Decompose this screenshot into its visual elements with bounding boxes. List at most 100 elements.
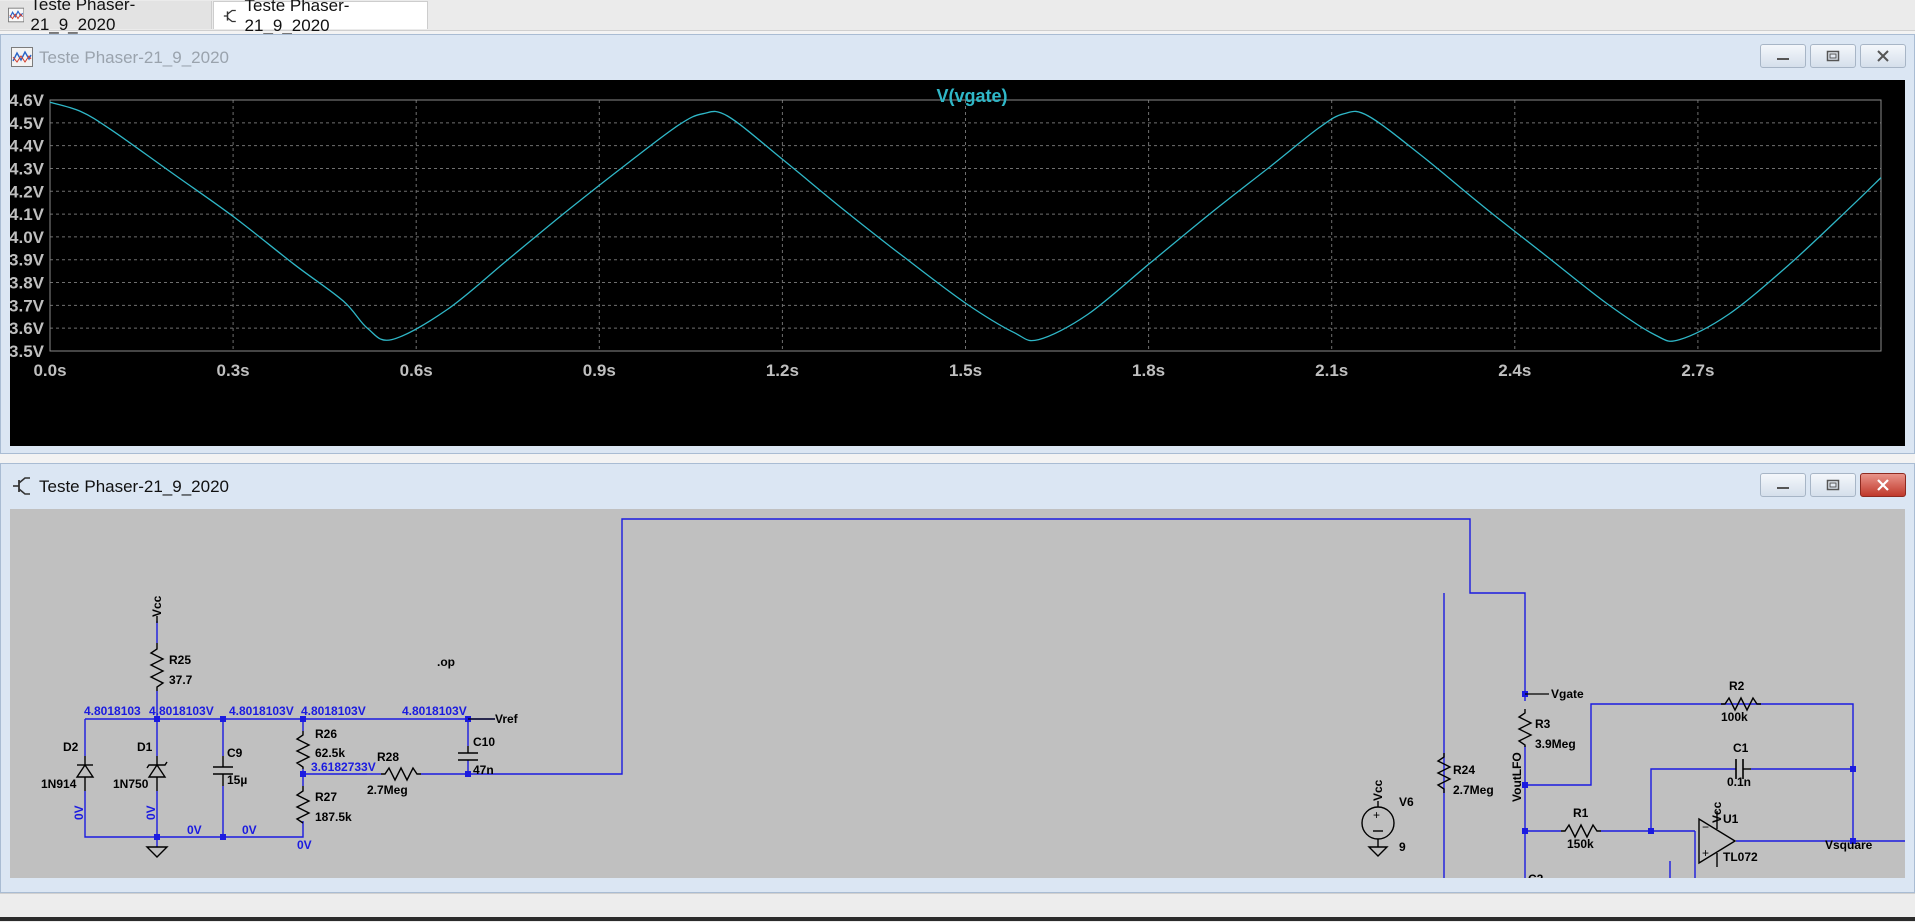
d2-value: 1N914 <box>41 777 77 791</box>
r27-ref: R27 <box>315 790 337 804</box>
vref-label: Vref <box>495 712 519 726</box>
waveform-icon <box>11 47 33 67</box>
taskbar-edge <box>0 917 1915 921</box>
d1-ref: D1 <box>137 740 153 754</box>
u1-value: TL072 <box>1723 850 1758 864</box>
vcc-label: Vcc <box>150 595 164 617</box>
r3-ref: R3 <box>1535 717 1551 731</box>
resistor-r1[interactable]: R1 150k <box>1561 806 1601 851</box>
y-tick-label: 4.1V <box>10 205 45 224</box>
v6-value: 9 <box>1399 840 1406 854</box>
node-voltage-r27-low: 0V <box>297 838 312 852</box>
schematic-window-title: Teste Phaser-21_9_2020 <box>39 477 229 496</box>
minimize-button[interactable] <box>1760 44 1806 68</box>
v6-vcc-label: Vcc <box>1371 779 1385 801</box>
r24-ref: R24 <box>1453 763 1475 777</box>
y-tick-label: 3.9V <box>10 251 45 270</box>
schematic-window-controls <box>1760 473 1906 497</box>
x-tick-label: 2.7s <box>1681 361 1714 380</box>
node-voltage-r26: 4.8018103V <box>301 704 366 718</box>
x-tick-label: 0.3s <box>217 361 250 380</box>
waveform-icon <box>8 7 25 23</box>
vgate-label: Vgate <box>1551 687 1584 701</box>
plot-window-controls <box>1760 44 1906 68</box>
document-tab-bar: Teste Phaser-21_9_2020 Teste Phaser-21_9… <box>0 0 1915 35</box>
resistor-r2[interactable]: R2 100k <box>1721 679 1761 724</box>
r26-ref: R26 <box>315 727 337 741</box>
zener-diode-d1[interactable]: D1 1N750 <box>113 740 168 791</box>
y-tick-label: 3.7V <box>10 296 45 315</box>
tab-label: Teste Phaser-21_9_2020 <box>244 0 350 35</box>
r26-value: 62.5k <box>315 746 345 760</box>
resistor-r3[interactable]: R3 3.9Meg <box>1517 709 1576 751</box>
r1-ref: R1 <box>1573 806 1589 820</box>
minimize-icon <box>1777 487 1789 489</box>
capacitor-c10[interactable]: C10 47n <box>458 735 495 777</box>
c9-value: 15µ <box>227 773 247 787</box>
x-tick-label: 0.9s <box>583 361 616 380</box>
node-voltage-vref: 4.8018103V <box>402 704 467 718</box>
vsquare-label: Vsquare <box>1825 838 1873 852</box>
node-voltage-r26-r27: 3.6182733V <box>311 760 376 774</box>
tab-waveform-document[interactable]: Teste Phaser-21_9_2020 <box>0 0 212 34</box>
close-icon <box>1877 479 1889 491</box>
x-tick-label: 2.4s <box>1498 361 1531 380</box>
maximize-button[interactable] <box>1810 44 1856 68</box>
ground-symbol <box>145 846 169 858</box>
plot-window-titlebar[interactable]: Teste Phaser-21_9_2020 <box>1 35 1914 79</box>
r2-value: 100k <box>1721 710 1748 724</box>
y-tick-label: 4.5V <box>10 114 45 133</box>
x-tick-label: 1.5s <box>949 361 982 380</box>
node-voltage-d2-low: 0V <box>72 805 86 820</box>
r2-ref: R2 <box>1729 679 1745 693</box>
capacitor-c1[interactable]: C1 0.1n <box>1727 741 1751 789</box>
y-tick-label: 4.0V <box>10 228 45 247</box>
plot-window: Teste Phaser-21_9_2020 4.6V 4.5V 4.4V 4.3V 4… <box>0 34 1915 454</box>
vcc-net-flag: Vcc <box>150 595 164 623</box>
tab-schematic-document[interactable]: Teste Phaser-21_9_2020 <box>213 0 428 35</box>
close-button[interactable] <box>1860 44 1906 68</box>
node-voltage-d1: 4.8018103V <box>149 704 214 718</box>
trace-title[interactable]: V(vgate) <box>936 86 1007 106</box>
schematic-canvas[interactable]: Vcc R25 37.7 4.8018103 4.8018103V 4.8018… <box>10 509 1905 878</box>
y-tick-label: 4.4V <box>10 137 45 156</box>
y-tick-label: 3.6V <box>10 319 45 338</box>
close-button[interactable] <box>1860 473 1906 497</box>
plot-window-title: Teste Phaser-21_9_2020 <box>39 48 229 67</box>
capacitor-c9[interactable]: C9 15µ <box>213 746 247 787</box>
d2-ref: D2 <box>63 740 79 754</box>
waveform-chart[interactable]: 4.6V 4.5V 4.4V 4.3V 4.2V 4.1V 4.0V 3.9V 3.8V 3.7V… <box>10 80 1905 446</box>
c1-value: 0.1n <box>1727 775 1751 789</box>
plus-sign: + <box>1373 808 1380 822</box>
maximize-button[interactable] <box>1810 473 1856 497</box>
x-axis-ticks: 0.0s 0.3s 0.6s 0.9s 1.2s 1.5s 1.8s 2.1s 2.4s 2.7s <box>33 361 1714 380</box>
u1-ref: U1 <box>1723 812 1739 826</box>
schematic-drawing[interactable]: Vcc R25 37.7 4.8018103 4.8018103V 4.8018… <box>10 509 1905 878</box>
waveform-plot-pane[interactable]: 4.6V 4.5V 4.4V 4.3V 4.2V 4.1V 4.0V 3.9V 3.8V 3.7V… <box>10 80 1905 446</box>
schematic-window-titlebar[interactable]: Teste Phaser-21_9_2020 <box>1 464 1914 508</box>
wires-left <box>84 518 1526 847</box>
resistor-r25[interactable]: R25 37.7 <box>149 643 193 691</box>
voltage-source-v6[interactable]: + V6 9 Vcc <box>1361 779 1414 857</box>
node-voltage-d2: 4.8018103 <box>84 704 141 718</box>
c1-ref: C1 <box>1733 741 1749 755</box>
opamp-minus: − <box>1702 820 1709 834</box>
tab-label: Teste Phaser-21_9_2020 <box>30 0 136 34</box>
op-directive[interactable]: .op <box>437 655 455 669</box>
y-tick-label: 4.3V <box>10 159 45 178</box>
r1-value: 150k <box>1567 837 1594 851</box>
y-tick-label: 3.8V <box>10 274 45 293</box>
x-tick-label: 2.1s <box>1315 361 1348 380</box>
voutlfo-label: VoutLFO <box>1510 752 1524 802</box>
y-tick-label: 4.2V <box>10 182 45 201</box>
resistor-r24[interactable]: R24 2.7Meg <box>1436 753 1494 797</box>
opamp-u1[interactable]: − + U1 TL072 Vcc <box>1698 801 1758 867</box>
node-voltage-gnd-a: 0V <box>187 823 202 837</box>
y-tick-label: 4.6V <box>10 91 45 110</box>
r24-value: 2.7Meg <box>1453 783 1494 797</box>
r25-ref: R25 <box>169 653 191 667</box>
plot-grid <box>50 100 1881 351</box>
maximize-icon <box>1826 479 1840 491</box>
resistor-r27[interactable]: R27 187.5k <box>295 786 352 824</box>
minimize-button[interactable] <box>1760 473 1806 497</box>
